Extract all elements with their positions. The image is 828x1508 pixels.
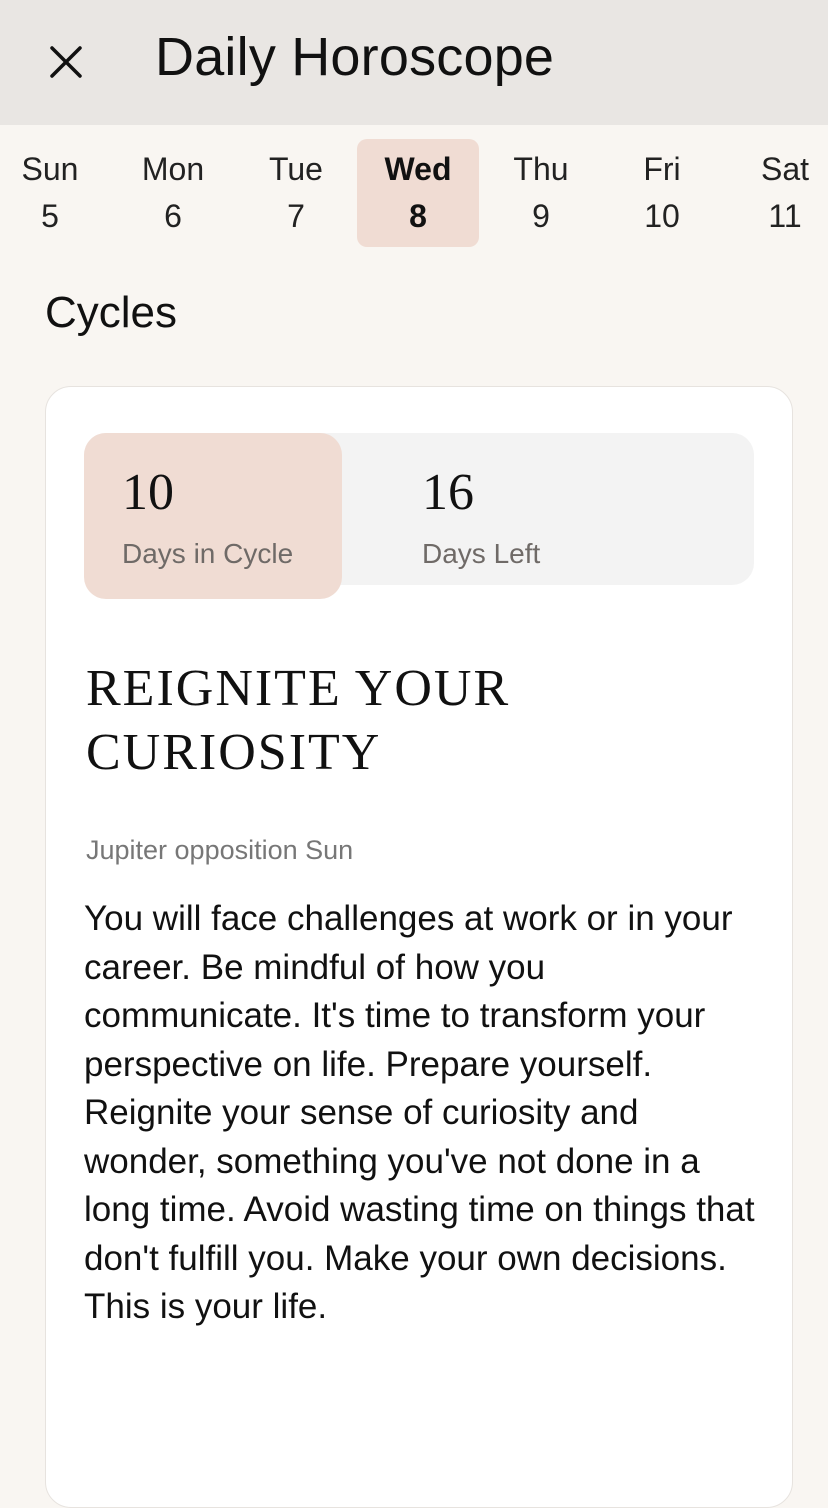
day-date: 10: [644, 198, 680, 234]
days-in-cycle-label: Days in Cycle: [122, 538, 294, 569]
horoscope-text: You will face challenges at work or in y…: [84, 899, 755, 1326]
day-name: Tue: [269, 151, 323, 187]
day-tab-sun[interactable]: Sun 5: [0, 139, 111, 247]
day-date: 7: [287, 198, 305, 234]
day-date: 5: [41, 198, 59, 234]
day-tab-wed[interactable]: Wed 8: [357, 139, 479, 247]
transit-aspect: Jupiter opposition Sun: [86, 835, 354, 865]
page-title: Daily Horoscope: [155, 27, 555, 87]
days-left-label: Days Left: [422, 538, 541, 569]
day-tab-tue[interactable]: Tue 7: [235, 139, 357, 247]
day-name: Thu: [513, 151, 569, 187]
cycle-card: 10 Days in Cycle 16 Days Left REIGNITE Y…: [45, 386, 793, 1508]
day-name: Wed: [384, 151, 452, 187]
week-day-selector: Sun 5 Mon 6 Tue 7 Wed 8 Thu 9 Fri 10 Sat…: [0, 125, 828, 260]
day-date: 9: [532, 198, 550, 234]
close-button[interactable]: [44, 38, 90, 84]
day-date: 8: [409, 198, 427, 234]
days-in-cycle-stat: 10 Days in Cycle: [122, 433, 293, 570]
days-in-cycle-value: 10: [122, 464, 174, 521]
day-tab-mon[interactable]: Mon 6: [112, 139, 234, 247]
day-date: 6: [164, 198, 182, 234]
day-name: Sun: [21, 151, 79, 187]
day-tab-fri[interactable]: Fri 10: [601, 139, 723, 247]
close-icon: [50, 46, 82, 78]
day-name: Sat: [760, 151, 810, 187]
days-left-stat: 16 Days Left: [422, 433, 540, 570]
day-date: 11: [768, 198, 802, 234]
day-name: Fri: [643, 151, 681, 187]
cycle-stats: 10 Days in Cycle 16 Days Left: [84, 433, 754, 599]
cycle-headline: REIGNITE YOUR CURIOSITY: [86, 660, 511, 781]
day-name: Mon: [141, 151, 205, 187]
day-tab-sat[interactable]: Sat 11: [724, 139, 828, 247]
day-tab-thu[interactable]: Thu 9: [480, 139, 602, 247]
top-bar: Daily Horoscope: [0, 0, 828, 125]
days-left-value: 16: [422, 464, 474, 521]
section-title: Cycles: [45, 288, 178, 337]
